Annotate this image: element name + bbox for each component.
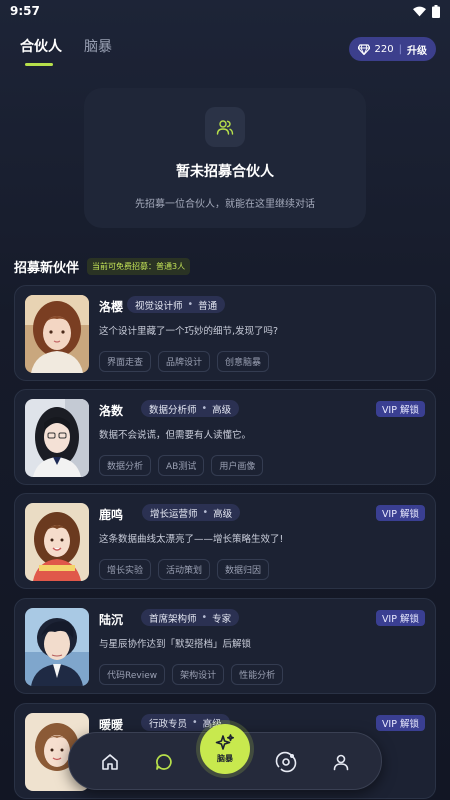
vip-unlock-badge[interactable]: VIP 解锁: [375, 610, 425, 626]
partner-name: 鹿鸣: [99, 508, 124, 522]
empty-state-subtitle: 先招募一位合伙人，就能在这里继续对话: [135, 199, 315, 210]
home-icon[interactable]: [98, 750, 122, 774]
role-pill: 增长运营师 • 高级: [142, 504, 241, 521]
role-title: 视觉设计师: [135, 300, 183, 312]
fab-label: 脑暴: [217, 754, 233, 763]
section-title: 招募新伙伴: [14, 261, 80, 276]
chat-icon[interactable]: [152, 750, 176, 774]
sparkle-icon: [215, 734, 234, 750]
users-icon: [205, 107, 245, 147]
avatar: [25, 503, 89, 581]
role-title: 增长运营师: [150, 508, 198, 520]
vip-unlock-badge[interactable]: VIP 解锁: [375, 401, 425, 417]
role-title: 行政专员: [149, 718, 188, 730]
role-level: 高级: [213, 508, 233, 520]
role-dot: •: [201, 612, 208, 623]
role-dot: •: [202, 507, 209, 518]
partner-card[interactable]: 鹿鸣 增长运营师 • 高级 VIP 解锁 这条数据曲线太漂亮了——增长策略生效了…: [14, 493, 436, 589]
vip-unlock-badge[interactable]: VIP 解锁: [375, 505, 425, 521]
free-recruit-badge: 当前可免费招募：普通3人: [87, 258, 191, 275]
upgrade-label: 升级: [407, 45, 427, 57]
role-dot: •: [187, 299, 194, 310]
top-tabs: 合伙人 脑暴: [20, 36, 112, 66]
diamond-icon: [357, 43, 370, 55]
partner-card[interactable]: 洛樱 视觉设计师 • 普通 这个设计里藏了一个巧妙的细节,发现了吗? 界面走查 …: [14, 285, 436, 381]
avatar: [25, 399, 89, 477]
skill-tag: 创意脑暴: [217, 351, 270, 372]
role-dot: •: [201, 403, 208, 414]
partner-name: 陆沉: [99, 613, 124, 627]
partner-name: 暖暖: [99, 718, 124, 732]
skill-tag: 品牌设计: [158, 351, 211, 372]
tab-brainstorm[interactable]: 脑暴: [84, 36, 112, 66]
skill-tag: AB测试: [158, 455, 205, 476]
recruit-section-header: 招募新伙伴 当前可免费招募：普通3人: [14, 257, 191, 276]
wifi-icon: [413, 6, 426, 16]
role-title: 首席架构师: [149, 613, 197, 625]
partner-card[interactable]: 洛数 数据分析师 • 高级 VIP 解锁 数据不会说谎，但需要有人读懂它。 数据…: [14, 389, 436, 485]
avatar: [25, 608, 89, 686]
battery-icon: [432, 4, 440, 18]
tag-list: 界面走查 品牌设计 创意脑暴: [99, 351, 270, 372]
skill-tag: 数据分析: [99, 455, 152, 476]
credit-amount: 220: [374, 43, 394, 55]
role-pill: 视觉设计师 • 普通: [127, 296, 226, 313]
status-time: 9:57: [10, 4, 40, 18]
skill-tag: 界面走查: [99, 351, 152, 372]
avatar: [25, 295, 89, 373]
empty-state-card: 暂未招募合伙人 先招募一位合伙人，就能在这里继续对话: [84, 88, 366, 228]
skill-tag: 活动策划: [158, 559, 211, 580]
credit-badge[interactable]: 220 | 升级: [348, 37, 436, 61]
skill-tag: 性能分析: [231, 664, 284, 685]
skill-tag: 数据归因: [217, 559, 270, 580]
tag-list: 代码Review 架构设计 性能分析: [99, 664, 284, 685]
credit-separator: |: [398, 43, 402, 55]
role-level: 高级: [212, 404, 232, 416]
skill-tag: 架构设计: [172, 664, 225, 685]
partner-quote: 这条数据曲线太漂亮了——增长策略生效了!: [99, 534, 284, 545]
role-pill: 数据分析师 • 高级: [141, 400, 240, 417]
brainstorm-button[interactable]: 脑暴: [200, 724, 250, 774]
tag-list: 数据分析 AB测试 用户画像: [99, 455, 264, 476]
role-dot: •: [192, 717, 198, 728]
role-pill: 首席架构师 • 专家: [141, 609, 240, 626]
skill-tag: 增长实验: [99, 559, 152, 580]
partner-card[interactable]: 陆沉 首席架构师 • 专家 VIP 解锁 与星辰协作达到「默契搭档」后解锁 代码…: [14, 598, 436, 694]
vip-unlock-badge[interactable]: VIP 解锁: [375, 715, 425, 731]
role-title: 数据分析师: [149, 404, 197, 416]
empty-state-title: 暂未招募合伙人: [176, 164, 274, 180]
partner-name: 洛樱: [99, 300, 124, 314]
orbit-icon[interactable]: [274, 750, 298, 774]
partner-name: 洛数: [99, 404, 124, 418]
role-level: 普通: [198, 300, 218, 312]
skill-tag: 代码Review: [99, 664, 166, 685]
tag-list: 增长实验 活动策划 数据归因: [99, 559, 270, 580]
partner-quote: 与星辰协作达到「默契搭档」后解锁: [99, 639, 252, 650]
status-icons: [413, 4, 440, 18]
profile-icon[interactable]: [329, 750, 353, 774]
skill-tag: 用户画像: [211, 455, 264, 476]
status-bar: 9:57: [0, 0, 450, 22]
tab-partners[interactable]: 合伙人: [20, 36, 62, 66]
partner-quote: 数据不会说谎，但需要有人读懂它。: [99, 430, 252, 441]
partner-quote: 这个设计里藏了一个巧妙的细节,发现了吗?: [99, 326, 279, 337]
role-level: 专家: [212, 613, 232, 625]
